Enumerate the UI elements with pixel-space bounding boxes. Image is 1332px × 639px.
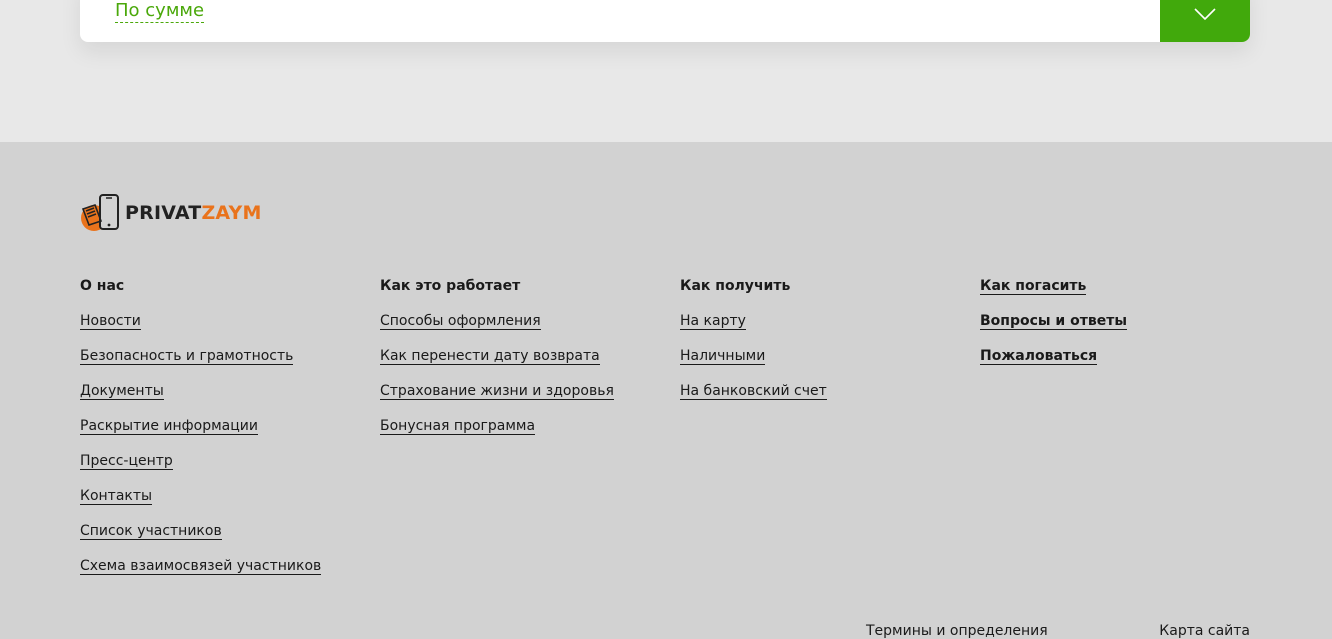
footer-link-label: Пожаловаться: [980, 348, 1098, 365]
footer-link-label: Вопросы и ответы: [980, 313, 1127, 330]
footer-link-how-to-repay[interactable]: Как погасить: [980, 276, 1127, 311]
footer: PRIVATZAYM О нас Новости Безопасность и …: [0, 142, 1332, 639]
footer-link-to-card[interactable]: На карту: [680, 311, 827, 346]
footer-link-terms[interactable]: Термины и определения: [866, 621, 1048, 639]
chevron-down-icon: [1194, 8, 1216, 20]
footer-link-label: Список участников: [80, 523, 222, 540]
footer-link-label: Способы оформления: [380, 313, 541, 330]
footer-link-complain[interactable]: Пожаловаться: [980, 346, 1127, 381]
footer-link-label: Термины и определения: [866, 623, 1048, 639]
footer-link-label: На банковский счет: [680, 383, 827, 400]
footer-link-methods[interactable]: Способы оформления: [380, 311, 614, 346]
footer-link-documents[interactable]: Документы: [80, 381, 321, 416]
footer-link-label: Схема взаимосвязей участников: [80, 558, 322, 575]
privatzaym-logo[interactable]: PRIVATZAYM: [80, 192, 262, 234]
footer-link-label: Контакты: [80, 488, 153, 505]
footer-link-label: Наличными: [680, 348, 766, 365]
footer-link-label: Безопасность и грамотность: [80, 348, 294, 365]
footer-link-label: Бонусная программа: [380, 418, 536, 435]
footer-column-how-to-get: Как получить На карту Наличными На банко…: [680, 276, 827, 416]
footer-link-insurance[interactable]: Страхование жизни и здоровья: [380, 381, 614, 416]
footer-link-contacts[interactable]: Контакты: [80, 486, 321, 521]
footer-link-security[interactable]: Безопасность и грамотность: [80, 346, 321, 381]
logo-text: PRIVATZAYM: [125, 202, 262, 224]
footer-link-sitemap[interactable]: Карта сайта: [1159, 621, 1250, 639]
sort-by-amount-link[interactable]: По сумме: [115, 0, 205, 23]
footer-link-label: Раскрытие информации: [80, 418, 258, 435]
footer-link-faq[interactable]: Вопросы и ответы: [980, 311, 1127, 346]
footer-heading-about[interactable]: О нас: [80, 276, 321, 311]
footer-link-label: Страхование жизни и здоровья: [380, 383, 614, 400]
logo-phone-coins-icon: [81, 194, 119, 231]
footer-link-news[interactable]: Новости: [80, 311, 321, 346]
footer-link-label: Пресс-центр: [80, 453, 173, 470]
footer-link-label: Новости: [80, 313, 141, 330]
footer-link-reschedule[interactable]: Как перенести дату возврата: [380, 346, 614, 381]
footer-heading-how-it-works[interactable]: Как это работает: [380, 276, 614, 311]
footer-link-label: Как перенести дату возврата: [380, 348, 600, 365]
footer-link-bank-account[interactable]: На банковский счет: [680, 381, 827, 416]
footer-link-label: На карту: [680, 313, 746, 330]
footer-link-label: Как погасить: [980, 278, 1087, 295]
footer-link-participants-scheme[interactable]: Схема взаимосвязей участников: [80, 556, 322, 591]
expand-filter-button[interactable]: [1160, 0, 1250, 42]
filter-card: По сумме: [80, 0, 1250, 42]
top-area: По сумме: [0, 0, 1332, 142]
footer-link-bonus[interactable]: Бонусная программа: [380, 416, 614, 451]
footer-link-disclosure[interactable]: Раскрытие информации: [80, 416, 321, 451]
footer-heading-how-to-get[interactable]: Как получить: [680, 276, 827, 311]
footer-link-cash[interactable]: Наличными: [680, 346, 827, 381]
footer-link-label: Карта сайта: [1159, 623, 1250, 639]
footer-link-press[interactable]: Пресс-центр: [80, 451, 321, 486]
footer-link-participants[interactable]: Список участников: [80, 521, 321, 556]
footer-column-how-it-works: Как это работает Способы оформления Как …: [380, 276, 614, 451]
footer-link-label: Документы: [80, 383, 164, 400]
footer-column-about: О нас Новости Безопасность и грамотность…: [80, 276, 322, 591]
footer-column-repay: Как погасить Вопросы и ответы Пожаловать…: [980, 276, 1127, 381]
